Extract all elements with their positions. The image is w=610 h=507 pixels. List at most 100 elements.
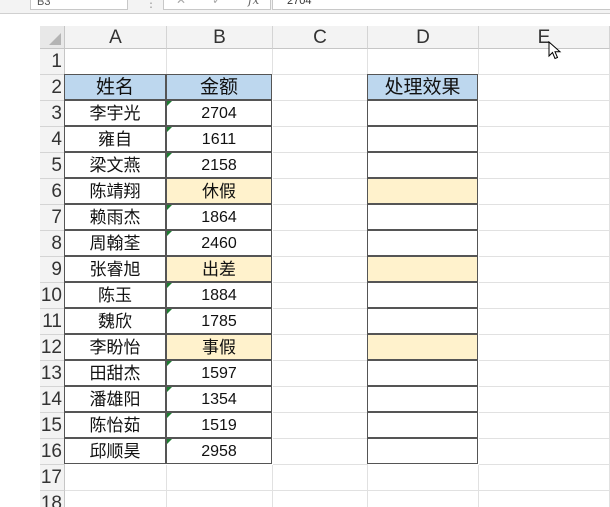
cell-b5[interactable]: 2158 [166,152,272,178]
row-header-14[interactable]: 14 [40,387,65,413]
column-header-e[interactable]: E [479,26,610,49]
cell-a11[interactable]: 魏欣 [64,308,166,334]
cell-a4[interactable]: 雍自 [64,126,166,152]
row-header-3[interactable]: 3 [40,101,65,127]
cell-e10[interactable] [479,283,610,309]
cell-b11[interactable]: 1785 [166,308,272,334]
cell-e16[interactable] [479,439,610,465]
cell-c1[interactable] [273,49,368,75]
row-header-10[interactable]: 10 [40,283,65,309]
row-header-18[interactable]: 18 [40,491,65,507]
cell-c3[interactable] [273,101,368,127]
cell-a15[interactable]: 陈怡茹 [64,412,166,438]
column-header-b[interactable]: B [167,26,273,49]
result-cell-d4[interactable] [367,126,478,152]
cell-e3[interactable] [479,101,610,127]
cell-c7[interactable] [273,205,368,231]
cell-e18[interactable] [479,491,610,507]
cell-e15[interactable] [479,413,610,439]
row-header-1[interactable]: 1 [40,49,65,75]
row-header-12[interactable]: 12 [40,335,65,361]
cell-c14[interactable] [273,387,368,413]
row-header-8[interactable]: 8 [40,231,65,257]
cell-c13[interactable] [273,361,368,387]
cell-b2[interactable]: 金额 [166,74,272,100]
row-header-2[interactable]: 2 [40,75,65,101]
cell-c16[interactable] [273,439,368,465]
cell-e13[interactable] [479,361,610,387]
row-header-17[interactable]: 17 [40,465,65,491]
enter-icon[interactable]: ✓ [212,0,222,7]
result-cell-d8[interactable] [367,230,478,256]
cell-b18[interactable] [167,491,273,507]
row-header-11[interactable]: 11 [40,309,65,335]
cell-c9[interactable] [273,257,368,283]
cell-a14[interactable]: 潘雄阳 [64,386,166,412]
result-cell-d5[interactable] [367,152,478,178]
cell-c15[interactable] [273,413,368,439]
cell-c11[interactable] [273,309,368,335]
cell-c8[interactable] [273,231,368,257]
cell-e1[interactable] [479,49,610,75]
cell-b6[interactable]: 休假 [166,178,272,204]
result-cell-d11[interactable] [367,308,478,334]
row-header-6[interactable]: 6 [40,179,65,205]
row-header-5[interactable]: 5 [40,153,65,179]
cell-b4[interactable]: 1611 [166,126,272,152]
column-header-c[interactable]: C [273,26,368,49]
cell-e6[interactable] [479,179,610,205]
row-header-13[interactable]: 13 [40,361,65,387]
cell-b12[interactable]: 事假 [166,334,272,360]
cell-c4[interactable] [273,127,368,153]
cell-a1[interactable] [65,49,167,75]
row-header-16[interactable]: 16 [40,439,65,465]
cell-a13[interactable]: 田甜杰 [64,360,166,386]
cell-a8[interactable]: 周翰荃 [64,230,166,256]
cell-c12[interactable] [273,335,368,361]
row-header-7[interactable]: 7 [40,205,65,231]
cell-e4[interactable] [479,127,610,153]
cell-e5[interactable] [479,153,610,179]
result-cell-d12[interactable] [367,334,478,360]
cell-b16[interactable]: 2958 [166,438,272,464]
cell-c18[interactable] [273,491,368,507]
result-cell-d14[interactable] [367,386,478,412]
row-header-4[interactable]: 4 [40,127,65,153]
cell-c2[interactable] [273,75,368,101]
cell-a10[interactable]: 陈玉 [64,282,166,308]
cell-a9[interactable]: 张睿旭 [64,256,166,282]
cell-c5[interactable] [273,153,368,179]
result-cell-d9[interactable] [367,256,478,282]
cell-b7[interactable]: 1864 [166,204,272,230]
column-header-d[interactable]: D [368,26,479,49]
cell-d1[interactable] [368,49,479,75]
formula-input[interactable]: 2704 [272,0,610,10]
cell-c6[interactable] [273,179,368,205]
select-all-button[interactable] [40,26,65,49]
row-header-15[interactable]: 15 [40,413,65,439]
cell-a12[interactable]: 李盼怡 [64,334,166,360]
cell-b13[interactable]: 1597 [166,360,272,386]
cell-d18[interactable] [368,491,479,507]
cell-b8[interactable]: 2460 [166,230,272,256]
cell-e14[interactable] [479,387,610,413]
cancel-icon[interactable]: ✕ [176,0,186,7]
result-cell-d10[interactable] [367,282,478,308]
cell-a2[interactable]: 姓名 [64,74,166,100]
column-header-a[interactable]: A [65,26,167,49]
row-header-9[interactable]: 9 [40,257,65,283]
cell-d17[interactable] [368,465,479,491]
cell-a7[interactable]: 赖雨杰 [64,204,166,230]
cell-a18[interactable] [65,491,167,507]
cell-a17[interactable] [65,465,167,491]
result-cell-d13[interactable] [367,360,478,386]
cell-a3[interactable]: 李宇光 [64,100,166,126]
cell-e8[interactable] [479,231,610,257]
cell-e12[interactable] [479,335,610,361]
result-cell-d6[interactable] [367,178,478,204]
cell-e11[interactable] [479,309,610,335]
cell-a16[interactable]: 邱顺昊 [64,438,166,464]
result-cell-d3[interactable] [367,100,478,126]
cell-c17[interactable] [273,465,368,491]
result-cell-d15[interactable] [367,412,478,438]
